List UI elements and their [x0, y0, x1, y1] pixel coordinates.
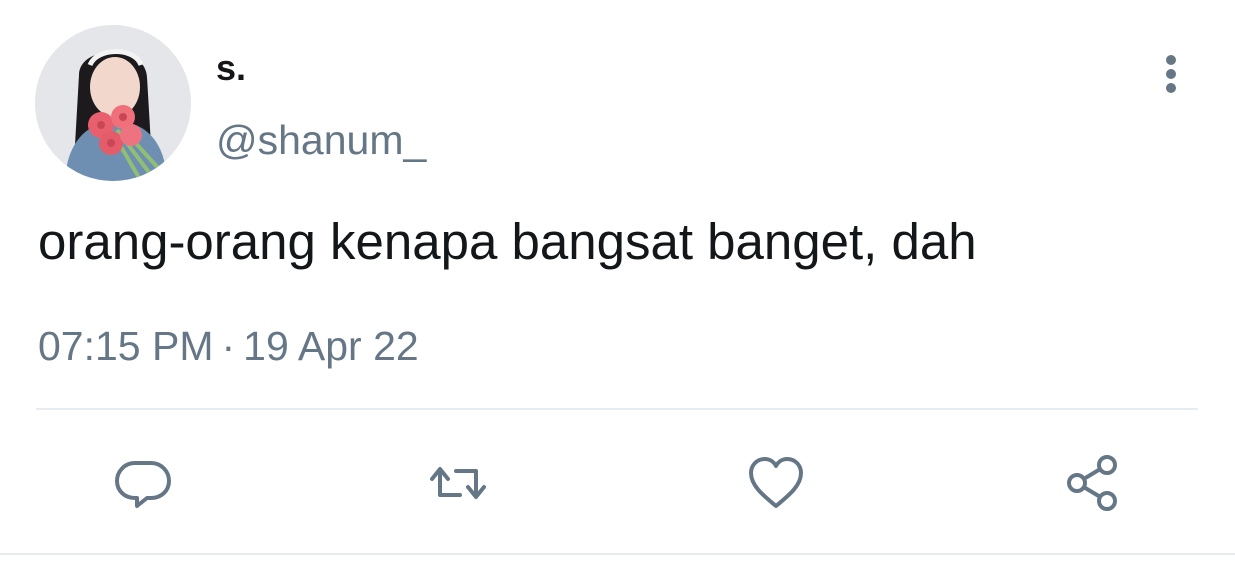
heart-icon	[749, 457, 803, 508]
display-name[interactable]: s.	[216, 46, 246, 90]
tweet-timestamp: 07:15 PM · 19 Apr 22	[38, 320, 419, 372]
user-handle[interactable]: @shanum_	[216, 114, 426, 166]
retweet-button[interactable]	[423, 448, 493, 518]
divider	[36, 408, 1198, 410]
more-options-button[interactable]	[1150, 50, 1192, 98]
tweet-text: orang-orang kenapa bangsat banget, dah	[38, 213, 977, 270]
more-vertical-icon	[1166, 55, 1176, 93]
tweet-time: 07:15 PM	[38, 323, 214, 369]
share-icon	[1067, 455, 1117, 511]
avatar[interactable]	[35, 25, 191, 181]
reply-button[interactable]	[108, 448, 178, 518]
retweet-icon	[430, 467, 486, 499]
bottom-divider	[0, 553, 1235, 555]
reply-icon	[115, 461, 171, 508]
timestamp-separator: ·	[221, 323, 236, 369]
tweet-date: 19 Apr 22	[243, 323, 419, 369]
like-button[interactable]	[741, 448, 811, 518]
profile-photo	[35, 25, 191, 181]
share-button[interactable]	[1058, 448, 1128, 518]
